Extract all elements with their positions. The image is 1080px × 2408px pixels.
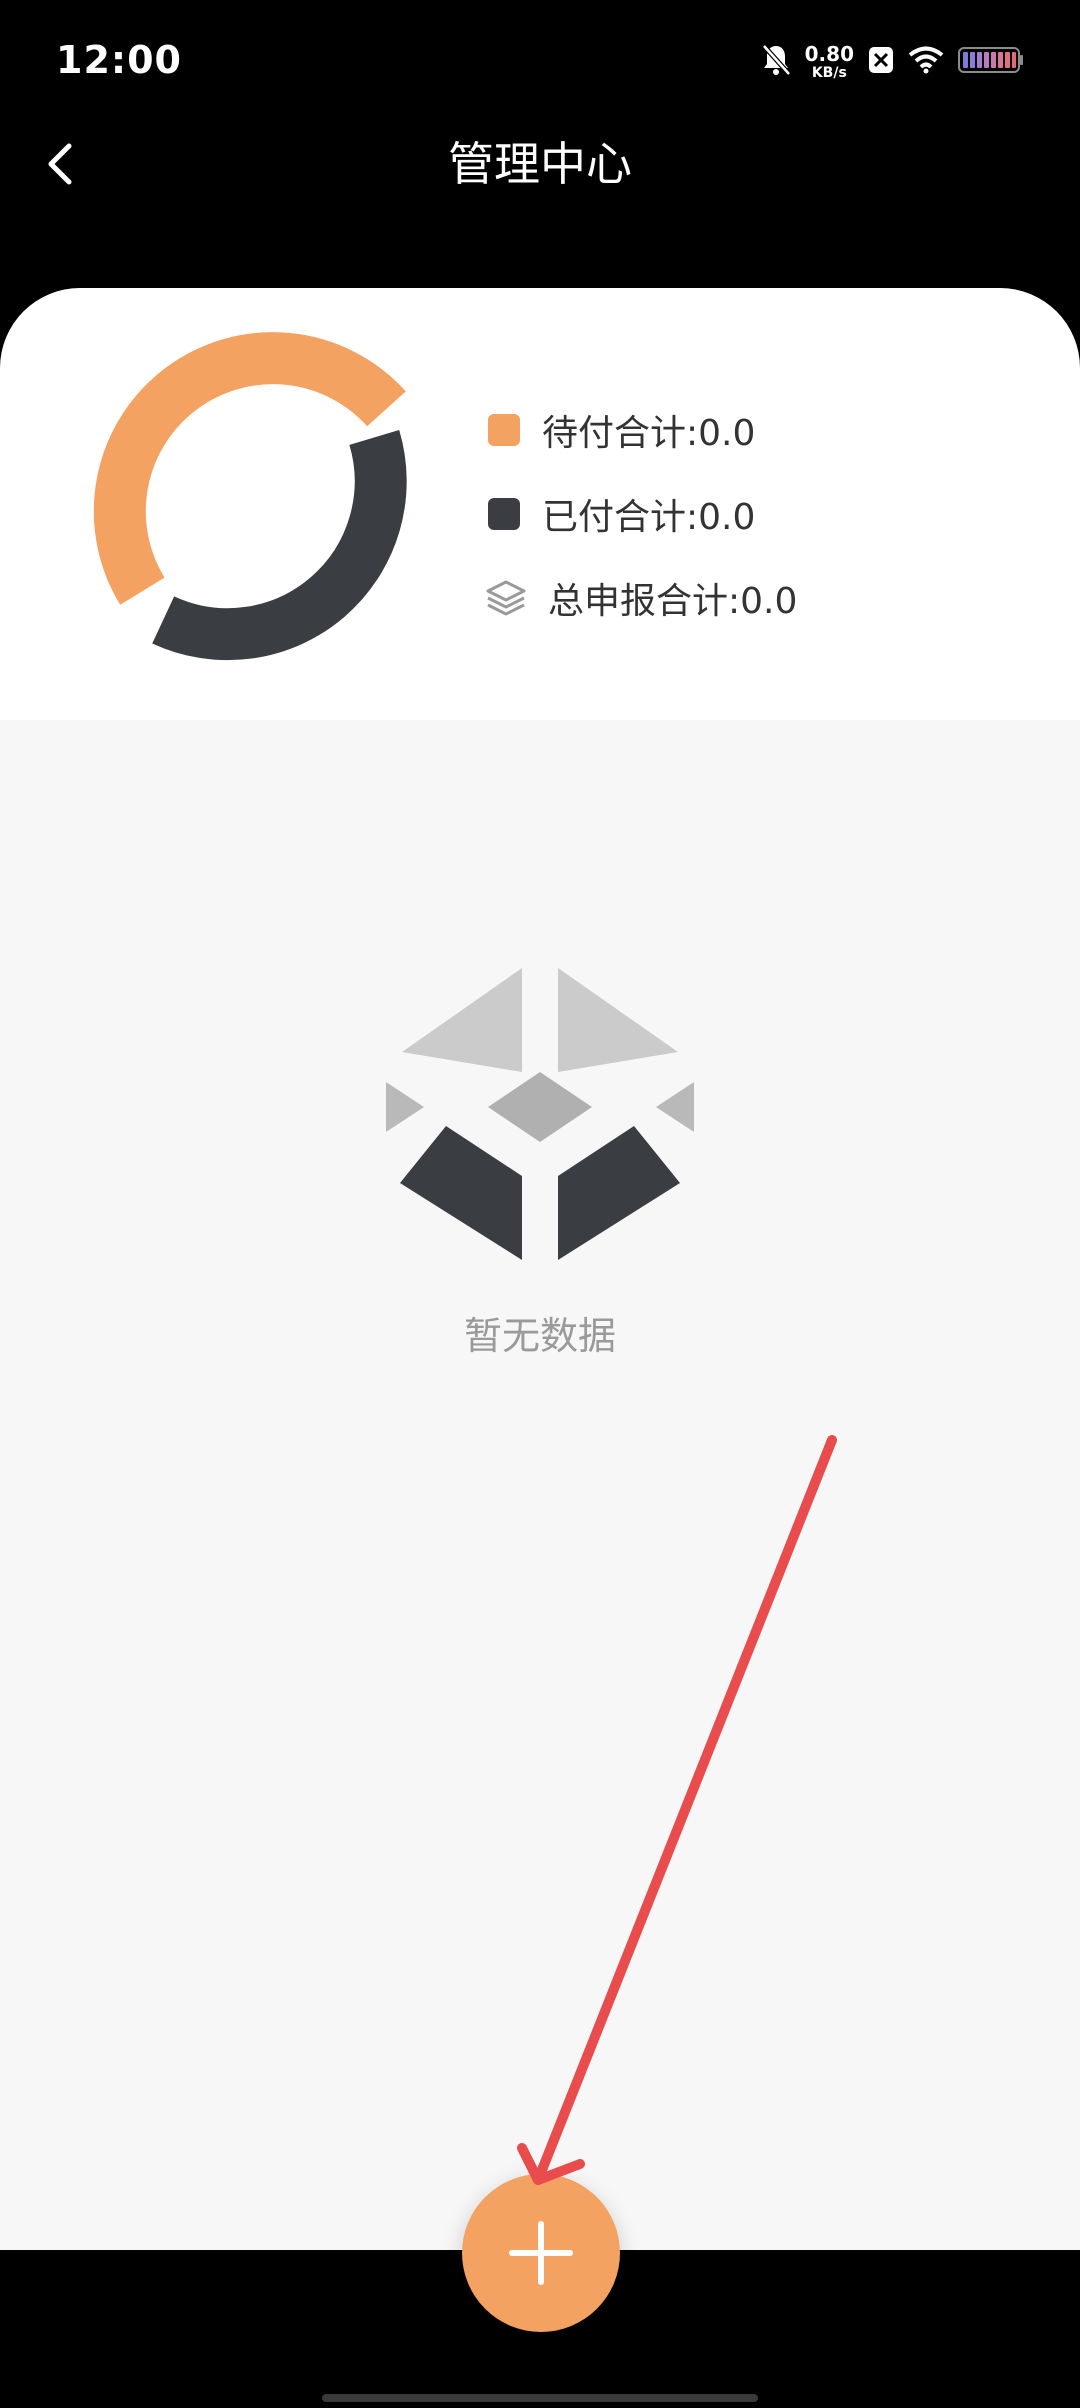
status-bar: 12:00 0.80 KB/s [0,0,1080,124]
summary-legend: 待付合计:0.0 已付合计:0.0 总申报合计:0.0 [486,388,798,640]
page: 12:00 0.80 KB/s 管理中心 待付合计:0.0 已付合计:0.0 总… [0,0,1080,2408]
paid-swatch [488,498,520,530]
donut-segment-paid [152,429,407,661]
summary-donut-chart [93,332,407,661]
add-button[interactable] [462,2174,620,2332]
home-indicator [322,2394,758,2402]
header: 管理中心 [0,124,1080,292]
legend-item-total: 总申报合计:0.0 [486,556,798,640]
pending-total-label: 待付合计:0.0 [542,413,756,454]
status-icons: 0.80 KB/s [761,40,1024,84]
summary-card: 待付合计:0.0 已付合计:0.0 总申报合计:0.0 [0,288,1080,720]
paid-total-label: 已付合计:0.0 [542,497,756,538]
net-speed-unit: KB/s [811,65,847,81]
bell-muted-icon [761,43,791,81]
net-speed: 0.80 KB/s [805,44,854,80]
battery-icon [958,46,1024,78]
plus-icon [509,2221,573,2285]
pending-swatch [488,414,520,446]
wifi-icon [908,46,944,78]
layers-icon [486,580,526,616]
legend-item-pending: 待付合计:0.0 [488,388,797,472]
content-area: 暂无数据 [0,720,1080,2250]
empty-box-icon [386,968,694,1260]
empty-state-text: 暂无数据 [463,1314,616,1358]
legend-item-paid: 已付合计:0.0 [488,472,797,556]
net-speed-value: 0.80 [804,42,854,66]
status-time: 12:00 [56,38,182,82]
total-declared-label: 总申报合计:0.0 [548,581,798,622]
page-title: 管理中心 [448,137,632,191]
close-box-icon [868,46,894,78]
